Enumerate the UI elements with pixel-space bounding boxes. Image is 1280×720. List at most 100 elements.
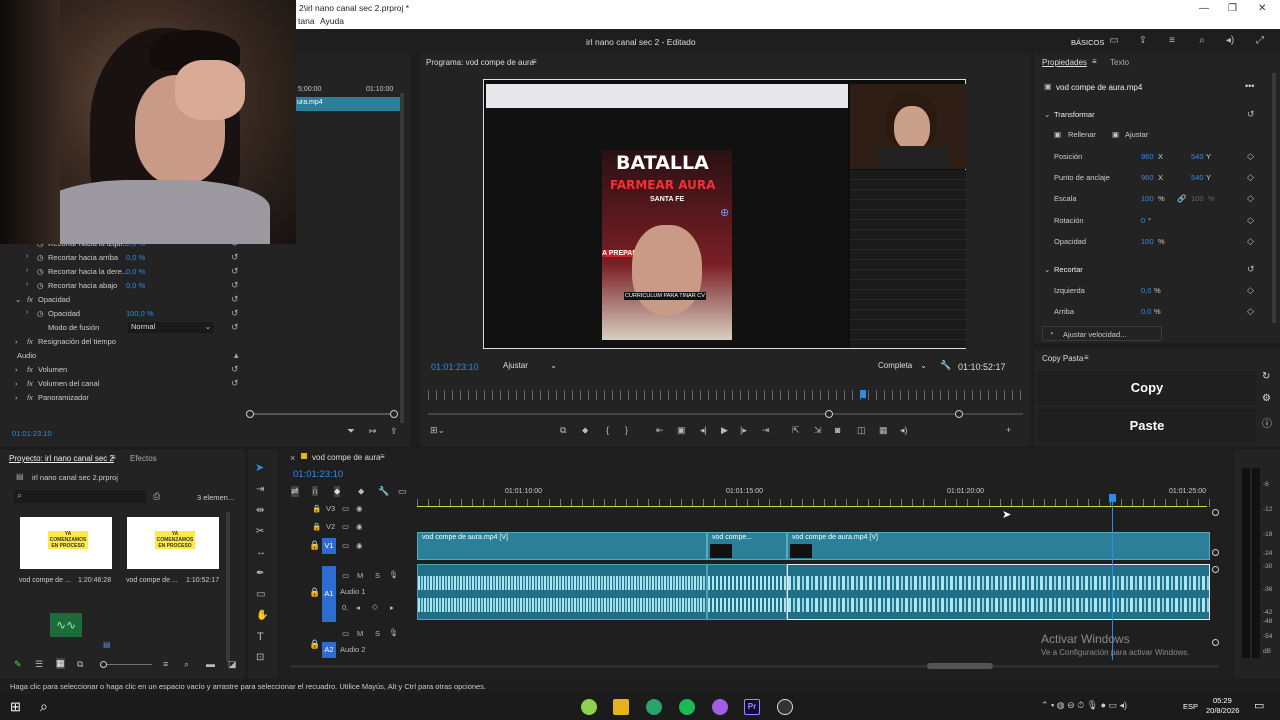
fit-button[interactable]: Ajustar (1125, 130, 1148, 139)
audio-clip[interactable] (707, 564, 787, 620)
menu-icon[interactable]: ≡ (532, 57, 537, 66)
scrollbar[interactable] (226, 512, 230, 662)
clock-time[interactable]: 05:29 (1213, 696, 1232, 705)
freeform-view-icon[interactable]: ⧉ (77, 659, 83, 670)
link-icon[interactable]: 🔗 (1177, 194, 1186, 203)
extract-icon[interactable]: ⇲ (814, 425, 822, 436)
chevron-right-icon[interactable]: › (26, 281, 28, 288)
microphone-icon[interactable]: 🎙 (389, 570, 399, 579)
keyframe-next-icon[interactable]: ▸ (390, 603, 394, 612)
crop-bottom-row[interactable]: › ◷ Recortar hacia abajo 0,0 % ↺ (0, 279, 248, 293)
project-item-name[interactable]: vod compe de ... (126, 577, 178, 584)
info-icon[interactable]: ⓘ (1262, 415, 1272, 430)
mute-button[interactable]: M (357, 629, 363, 638)
audio-clip[interactable] (787, 564, 1210, 620)
new-bin-icon[interactable]: ⎙ (153, 491, 160, 502)
menu-icon[interactable]: ≡ (111, 453, 116, 462)
zoom-slider[interactable] (100, 664, 152, 665)
menu-item-help[interactable]: Ayuda (320, 16, 344, 26)
compare-icon[interactable]: ◫ (857, 425, 866, 436)
settings-icon[interactable]: ⚙ (1262, 393, 1271, 404)
program-video-frame[interactable]: BATALLA FARMEAR AURA SANTA FE A PREPAR C… (483, 79, 966, 349)
scrollbar[interactable] (1272, 73, 1276, 323)
sort-icon[interactable]: ≡ (163, 659, 168, 669)
zoom-handle-right[interactable] (955, 410, 963, 418)
rotation-row[interactable]: Rotación 0 ° ◇ (1034, 214, 1280, 228)
step-forward-icon[interactable]: |▸ (740, 425, 747, 436)
panel-icon[interactable]: ▭ (1108, 35, 1120, 47)
obs-icon[interactable] (777, 699, 793, 715)
marker-icon[interactable]: ⬥ (582, 425, 588, 436)
app-icon[interactable] (712, 699, 728, 715)
track-select-icon[interactable]: ⇥ (256, 484, 264, 495)
search-icon[interactable]: ⌕ (1196, 35, 1208, 47)
lock-icon[interactable]: 🔒 (309, 540, 320, 551)
toggle-output-icon[interactable]: ▭ (342, 522, 349, 531)
minimize-button[interactable]: — (1199, 3, 1209, 14)
fill-button[interactable]: Rellenar (1068, 130, 1096, 139)
chevron-right-icon[interactable]: › (26, 309, 28, 316)
track-v1-label[interactable]: V1 (322, 538, 336, 554)
channel-volume-row[interactable]: › fx Volumen del canal ↺ (0, 377, 248, 391)
program-tab[interactable]: Programa: vod compe de aura (426, 58, 534, 67)
mark-out-icon[interactable]: } (625, 425, 628, 435)
timeline-timecode[interactable]: 01:01:23:10 (293, 469, 343, 480)
audio-item-thumb[interactable]: ∿∿ (50, 613, 82, 637)
toggle-output-icon[interactable]: ▭ (342, 504, 349, 513)
scale-row[interactable]: Escala 100% 🔗 100% ◇ (1034, 192, 1280, 206)
razor-icon[interactable]: ✂ (256, 526, 264, 537)
snap-icon[interactable]: ⇌ (291, 486, 299, 497)
clock-date[interactable]: 20/8/2026 (1206, 706, 1239, 715)
premiere-icon[interactable]: Pr (744, 699, 760, 715)
pen-icon[interactable]: ✒ (256, 568, 264, 579)
insert-marker-icon[interactable]: ⧉ (560, 425, 566, 436)
scrollbar[interactable] (400, 93, 404, 423)
go-to-out-icon[interactable]: ⇥ (762, 425, 770, 436)
share-icon[interactable]: ⇪ (1137, 35, 1149, 47)
panner-row[interactable]: › fx Panoramizador (0, 391, 248, 405)
mute-button[interactable]: M (357, 571, 363, 580)
eye-icon[interactable]: ◉ (356, 541, 363, 550)
slip-icon[interactable]: ↔ (256, 547, 266, 558)
crop-top-row[interactable]: Arriba 0,0% ◇ (1034, 305, 1280, 319)
timeline-scroll-thumb[interactable] (927, 663, 993, 669)
windows-start-icon[interactable]: ⊞ (10, 699, 21, 715)
crop-left-row[interactable]: Izquierda 0,0% ◇ (1034, 284, 1280, 298)
multicam-icon[interactable]: ▦ (879, 425, 888, 436)
playhead[interactable] (860, 390, 866, 398)
solo-button[interactable]: S (375, 571, 380, 580)
close-tab-icon[interactable]: × (290, 453, 295, 463)
camera-icon[interactable]: ◙ (835, 425, 840, 435)
track-height-handle[interactable] (1212, 566, 1219, 573)
new-folder-icon[interactable]: ▬ (206, 659, 215, 669)
marker-icon[interactable]: ⬥ (358, 486, 364, 497)
chevron-right-icon[interactable]: › (26, 267, 28, 274)
menu-icon[interactable]: ≡ (1092, 57, 1097, 66)
timeline-scrollbar[interactable] (290, 665, 1218, 668)
reset-icon[interactable]: ↺ (231, 378, 239, 389)
audio-clip[interactable] (417, 564, 707, 620)
toggle-output-icon[interactable]: ▭ (342, 541, 349, 550)
fit-icon[interactable]: ▣ (1112, 130, 1119, 139)
reset-icon[interactable]: ↺ (231, 308, 239, 319)
step-back-icon[interactable]: ◂| (700, 425, 707, 436)
project-thumb-2[interactable]: YA COMENZAMOS EN PROCESO (127, 517, 219, 569)
menu-item-window[interactable]: tana (298, 16, 315, 26)
track-a2-label[interactable]: A2 (322, 642, 336, 658)
transform-header[interactable]: ⌄ Transformar ↺ (1034, 108, 1280, 122)
edge-icon[interactable] (646, 699, 662, 715)
menu-icon[interactable]: ≡ (380, 452, 385, 461)
reset-icon[interactable]: ↺ (231, 364, 239, 375)
play-icon[interactable]: ▶ (721, 425, 728, 436)
reset-icon[interactable]: ↺ (231, 294, 239, 305)
quality-select[interactable]: Completa ⌄ (875, 359, 930, 373)
eye-icon[interactable]: ◉ (356, 522, 363, 531)
language-indicator[interactable]: ESP (1183, 702, 1198, 711)
wrench-icon[interactable]: 🔧 (378, 486, 389, 497)
effects-tab[interactable]: Efectos (130, 454, 157, 463)
paste-button[interactable]: Paste (1038, 409, 1256, 443)
export-frame-icon[interactable]: ↦ (369, 426, 377, 437)
captions-icon[interactable]: ▭ (398, 486, 407, 497)
sequence-tab[interactable]: vod compe de aura (312, 453, 381, 462)
toggle-output-icon[interactable]: ▭ (342, 629, 349, 638)
